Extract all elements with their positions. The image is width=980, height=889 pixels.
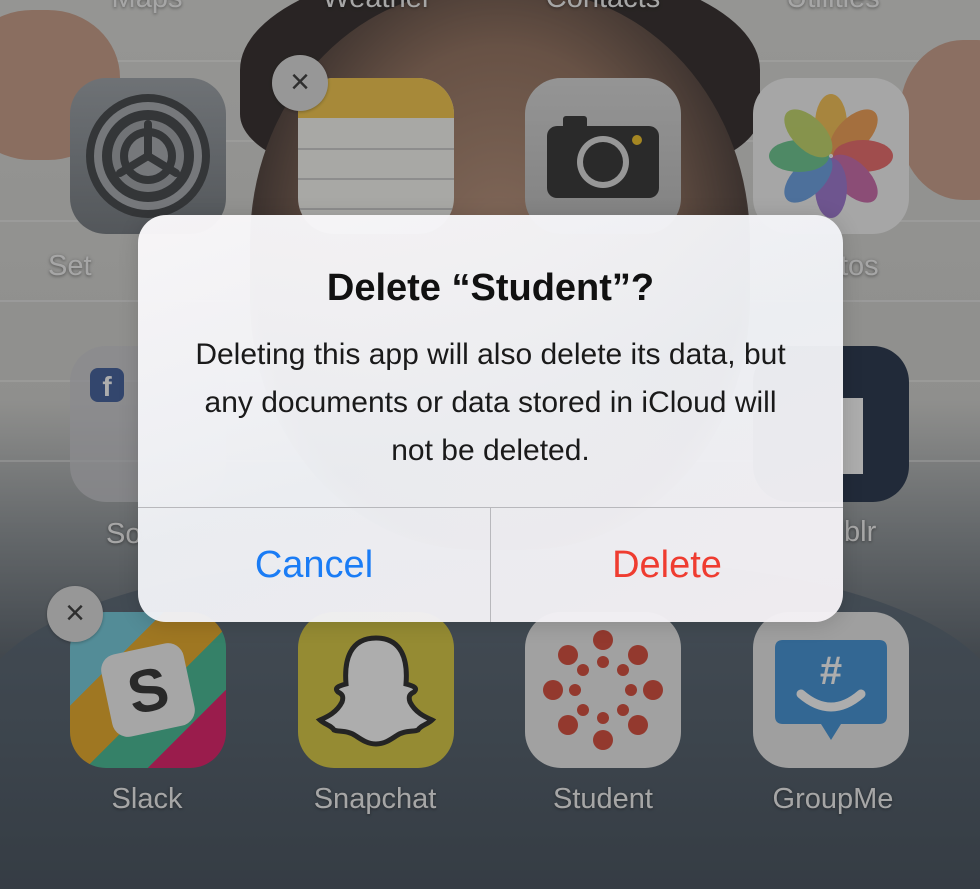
alert-message: Deleting this app will also delete its d…: [195, 338, 786, 467]
delete-button[interactable]: Delete: [491, 508, 843, 622]
alert-title: Delete “Student”?: [326, 267, 655, 309]
cancel-button[interactable]: Cancel: [138, 508, 490, 622]
delete-app-alert: Delete “Student”? Deleting this app will…: [138, 215, 843, 622]
